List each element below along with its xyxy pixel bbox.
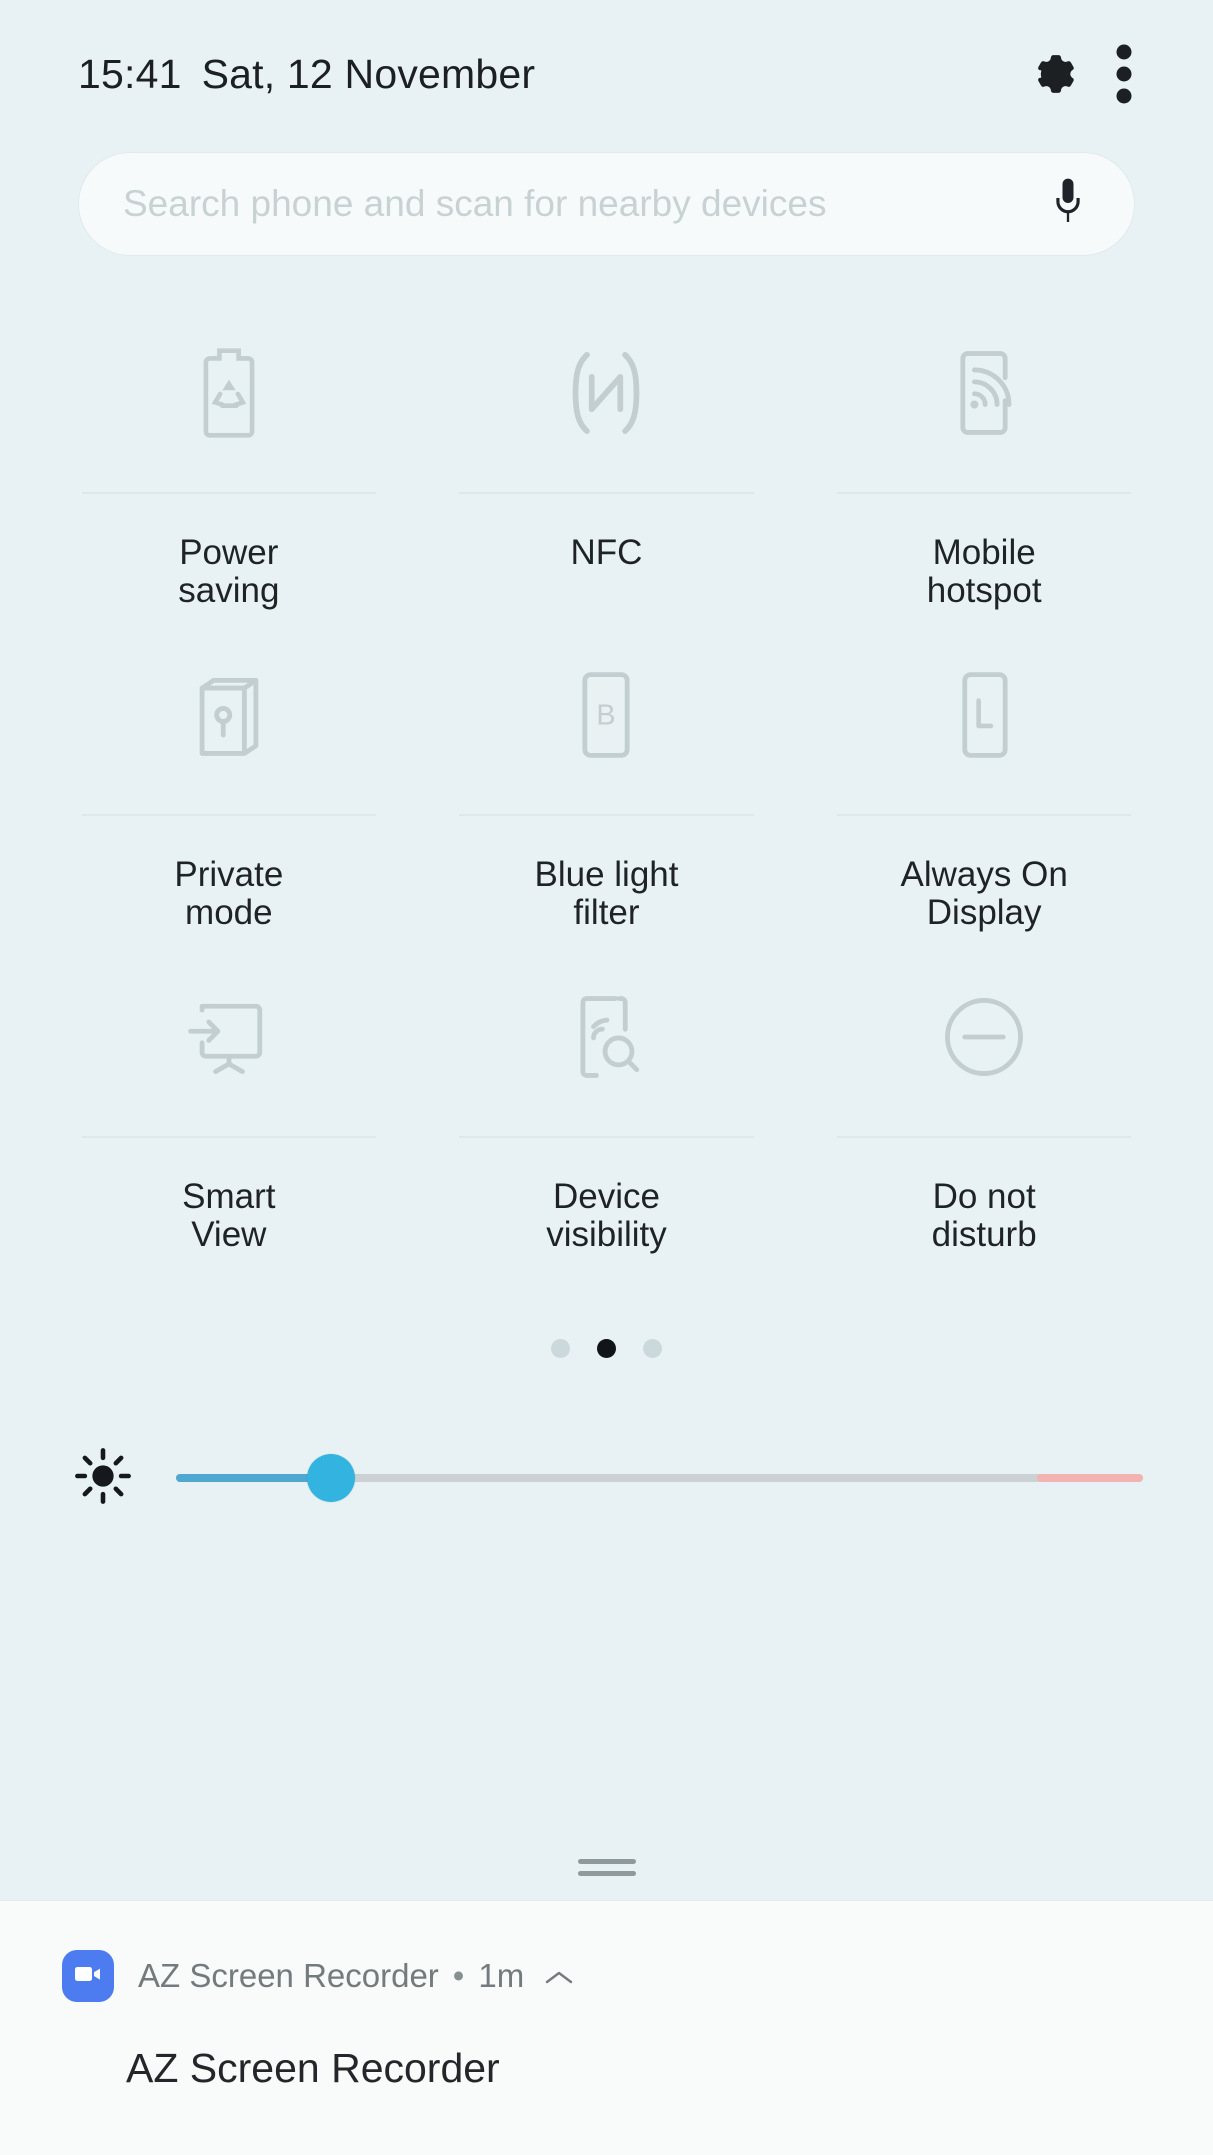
tile-divider [81,492,377,494]
tile-icon-wrapper [565,978,647,1096]
blue-light-filter-icon: B [570,665,642,765]
notification-shade: AZ Screen Recorder • 1m AZ Screen Record… [0,1900,1213,2155]
tile-label: Device visibility [546,1177,667,1254]
tile-power-saving[interactable]: Power saving [40,312,418,634]
video-camera-icon [73,1963,103,1990]
tile-divider [81,1136,377,1138]
tile-mobile-hotspot[interactable]: Mobile hotspot [795,312,1173,634]
tile-blue-light-filter[interactable]: B Blue light filter [418,634,796,956]
tile-icon-wrapper: B [570,656,642,774]
tile-divider [836,492,1132,494]
tile-nfc[interactable]: NFC [418,312,796,634]
always-on-display-icon [948,665,1020,765]
tile-icon-wrapper [181,978,277,1096]
notification-title: AZ Screen Recorder [126,2045,500,2091]
tile-icon-wrapper [945,334,1023,452]
search-area: Search phone and scan for nearby devices [0,148,1213,256]
notification-separator: • [452,1957,465,1994]
overflow-menu-button[interactable] [1087,37,1161,111]
notification-app-name: AZ Screen Recorder [138,1957,439,1994]
mobile-hotspot-icon [945,343,1023,443]
clock-date-group: 15:41 Sat, 12 November [78,51,535,98]
tile-always-on-display[interactable]: Always On Display [795,634,1173,956]
tile-label: Private mode [174,855,284,932]
panel-grabber-handle[interactable] [0,1859,1213,1876]
tile-divider [836,1136,1132,1138]
tile-icon-wrapper [948,656,1020,774]
brightness-icon [74,1447,132,1510]
device-visibility-icon [565,987,647,1087]
status-bar: 15:41 Sat, 12 November [0,0,1213,148]
power-saving-icon [190,343,268,443]
tile-do-not-disturb[interactable]: Do not disturb [795,956,1173,1278]
quick-settings-panel: 15:41 Sat, 12 November Search phone and … [0,0,1213,1900]
tile-divider [836,814,1132,816]
private-mode-icon [186,665,272,765]
slider-warning-zone [1036,1474,1143,1482]
tile-icon-wrapper [186,656,272,774]
clock-time: 15:41 [78,50,182,97]
page-dot-2[interactable] [597,1338,616,1358]
quick-settings-screen: 15:41 Sat, 12 November Search phone and … [0,0,1213,2155]
smart-view-icon [181,987,277,1087]
do-not-disturb-icon [936,987,1032,1087]
tile-icon-wrapper [190,334,268,452]
brightness-control [0,1430,1213,1526]
grabber-line [577,1859,636,1864]
brightness-button[interactable] [66,1441,140,1515]
slider-thumb[interactable] [306,1454,355,1502]
page-dot-1[interactable] [551,1338,570,1358]
tile-label: Mobile hotspot [926,533,1042,610]
tile-divider [459,492,754,494]
tile-label: Blue light filter [534,855,679,932]
search-bar[interactable]: Search phone and scan for nearby devices [78,152,1135,256]
notification-header: AZ Screen Recorder • 1m [0,1941,1213,2011]
voice-search-button[interactable] [1040,176,1096,232]
tile-label: Smart View [182,1177,276,1254]
nfc-icon [566,343,646,443]
tile-icon-wrapper [566,334,646,452]
tile-label: Do not disturb [931,1177,1037,1254]
tile-divider [459,1136,754,1138]
microphone-icon [1048,176,1088,233]
notification-expand-button[interactable] [544,1957,574,1995]
avatar [62,1950,114,2002]
tile-private-mode[interactable]: Private mode [40,634,418,956]
tile-divider [459,814,754,816]
tile-label: NFC [570,533,643,572]
status-date: Sat, 12 November [201,50,536,97]
three-dot-menu-icon [1115,42,1133,106]
grabber-lines [577,1859,636,1876]
tile-device-visibility[interactable]: Device visibility [418,956,796,1278]
tile-label: Power saving [178,533,280,610]
tile-icon-wrapper [936,978,1032,1096]
page-indicator [0,1328,1213,1368]
notification-timestamp: 1m [478,1957,525,1994]
brightness-slider[interactable] [176,1443,1143,1513]
quick-settings-tiles-grid: Power saving NFC Mobile hotspot Private … [0,256,1213,1278]
notification-card[interactable]: AZ Screen Recorder • 1m AZ Screen Record… [0,1941,1213,2092]
svg-text:B: B [597,700,616,732]
notification-app-line[interactable]: AZ Screen Recorder • 1m [138,1957,574,1995]
tile-divider [81,814,377,816]
tile-smart-view[interactable]: Smart View [40,956,418,1278]
search-input[interactable]: Search phone and scan for nearby devices [123,183,1040,225]
tile-label: Always On Display [900,855,1068,932]
grabber-line [577,1871,636,1876]
settings-button[interactable] [1013,37,1087,111]
page-dot-3[interactable] [643,1338,662,1358]
gear-icon [1021,45,1079,103]
chevron-up-icon [544,1957,574,1995]
